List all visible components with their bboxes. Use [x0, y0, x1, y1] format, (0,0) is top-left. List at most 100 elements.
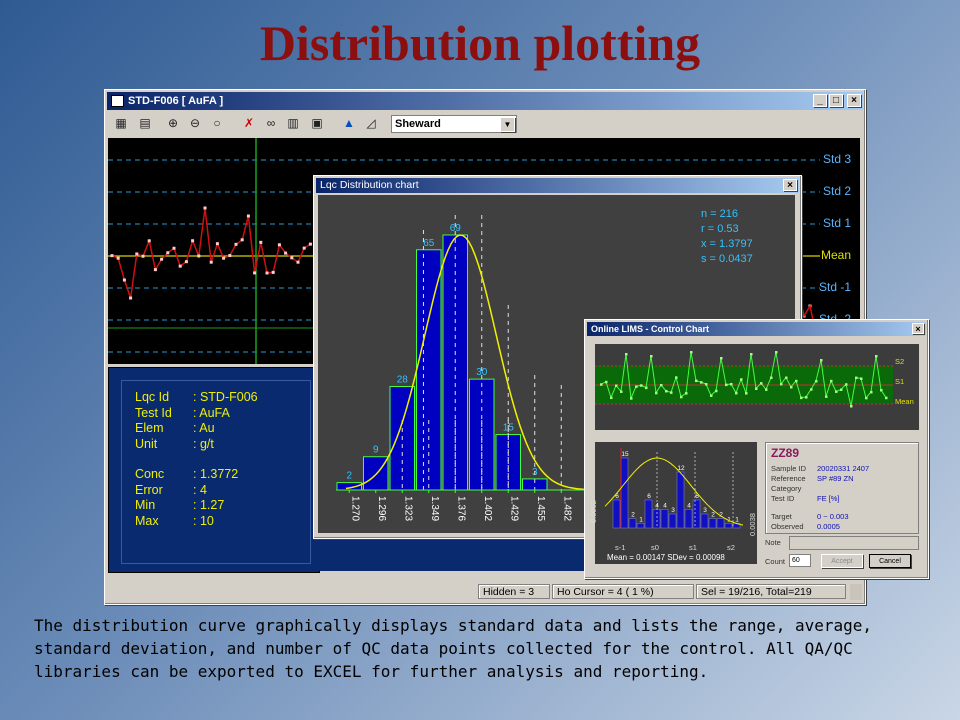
main-window-titlebar[interactable]: STD-F006 [ AuFA ] _ □ × [107, 92, 863, 110]
lims-data-point [770, 376, 773, 380]
delete-icon[interactable]: ✗ [239, 113, 259, 133]
lims-data-point [660, 383, 663, 387]
hist-mark-s1: s1 [689, 543, 697, 552]
count-label: Count [765, 557, 786, 566]
data-point [160, 257, 164, 261]
info-label: Max [135, 513, 159, 528]
info-row: Lqc Id: STD-F006 [135, 390, 258, 404]
close-button[interactable]: × [912, 323, 924, 334]
info-row: Elem: Au [135, 421, 215, 435]
page-icon[interactable]: ▤ [135, 113, 155, 133]
slide-caption: The distribution curve graphically displ… [34, 616, 873, 681]
accept-button[interactable]: Accept [821, 554, 863, 568]
info-value: g/t [199, 436, 214, 451]
close-button[interactable]: × [783, 179, 797, 191]
lims-data-point [800, 396, 803, 400]
slide-title: Distribution plotting [259, 15, 701, 71]
x-tick-label: 1.270 [349, 496, 360, 521]
info-row: Conc: 1.3772 [135, 467, 239, 481]
vertical-scrollbar[interactable] [850, 584, 862, 600]
data-point [308, 242, 312, 246]
lims-data-point [705, 383, 708, 386]
bar-value-label: 65 [423, 238, 435, 249]
lims-hist-bar [652, 509, 661, 529]
rule-select[interactable]: Sheward ▼ [391, 115, 517, 133]
lims-window: Online LIMS - Control Chart × S2 S1 Mean… [584, 319, 929, 579]
notes-icon[interactable]: ▣ [307, 113, 327, 133]
data-point [203, 206, 207, 210]
status-hidden: Hidden = 3 [478, 584, 550, 599]
count-input[interactable]: 60 [789, 554, 811, 567]
lims-data-point [760, 382, 763, 385]
lims-bar-label: 4 [687, 502, 691, 509]
hist-y-right: 0.0038 [748, 513, 757, 536]
lims-data-point [680, 395, 683, 399]
lims-bar-label: 3 [671, 507, 675, 514]
x-tick-label: 1.349 [429, 496, 440, 521]
info-row: Test Id: AuFA [135, 405, 230, 420]
info-label: Unit [135, 436, 158, 451]
data-point [246, 214, 250, 218]
lims-data-point [785, 376, 788, 380]
lims-data-point [720, 357, 723, 360]
data-point [271, 270, 275, 274]
info-label: Lqc Id [135, 390, 170, 404]
histogram-bar [363, 456, 389, 491]
data-point [129, 296, 133, 300]
distribution-title: Lqc Distribution chart [320, 179, 419, 191]
lims-s1-label: S1 [895, 377, 905, 386]
lims-data-point [610, 396, 613, 400]
lims-titlebar[interactable]: Online LIMS - Control Chart × [587, 322, 926, 336]
lims-data-point [885, 396, 888, 400]
note-label: Note [765, 538, 781, 547]
status-bar: Hidden = 3 Ho Cursor = 4 ( 1 %) Sel = 19… [108, 584, 848, 600]
chevron-down-icon[interactable]: ▼ [500, 117, 515, 132]
data-point [253, 271, 257, 275]
maximize-button[interactable]: □ [829, 94, 843, 107]
hist-mark-s0: s0 [651, 543, 659, 552]
data-point [141, 254, 145, 258]
data-point [222, 256, 226, 260]
info-label: Test Id [135, 405, 172, 420]
zoom-icon[interactable]: ○ [207, 113, 227, 133]
info-label: Conc [135, 467, 165, 481]
info-row: Unit: g/t [135, 436, 214, 451]
std3-label: Std 3 [823, 152, 852, 166]
lims-data-point [835, 390, 838, 393]
sample-panel: ZZ89 Sample ID 20020331 2407 Reference S… [765, 442, 919, 534]
sample-id-value: 20020331 2407 [817, 464, 870, 473]
zoom-out-icon[interactable]: ⊖ [185, 113, 205, 133]
chart-icon[interactable]: ▦ [111, 113, 131, 133]
observed-value: 0.0005 [817, 522, 840, 531]
data-point [191, 239, 195, 243]
data-point [166, 251, 170, 255]
distribution-titlebar[interactable]: Lqc Distribution chart × [316, 178, 799, 193]
lims-data-point [685, 392, 688, 395]
lims-data-point [615, 384, 618, 387]
close-button[interactable]: × [847, 94, 861, 107]
data-point [110, 254, 114, 258]
stat-r: r = 0.53 [701, 223, 739, 235]
data-point [147, 239, 151, 243]
lims-data-point [600, 383, 603, 386]
binoculars-icon[interactable]: ∞ [261, 113, 281, 133]
lims-data-point [815, 379, 818, 383]
lims-data-point [745, 392, 748, 395]
x-tick-label: 1.296 [376, 496, 387, 521]
minimize-button[interactable]: _ [813, 94, 827, 107]
export-icon[interactable]: ▥ [283, 113, 303, 133]
lims-bar-label: 6 [695, 493, 699, 500]
lims-data-point [665, 389, 668, 393]
lims-bar-label: 6 [647, 493, 651, 500]
lims-hist-bar [700, 513, 709, 529]
note-input[interactable] [789, 536, 919, 550]
target-value: 0 ~ 0.003 [817, 512, 849, 521]
curve-icon[interactable]: ◿ [361, 113, 381, 133]
cancel-button[interactable]: Cancel [869, 554, 911, 568]
hist-footer: Mean = 0.00147 SDev = 0.00098 [607, 553, 725, 562]
histogram-icon[interactable]: ▲ [339, 113, 359, 133]
lims-data-point [765, 388, 768, 391]
zoom-in-icon[interactable]: ⊕ [163, 113, 183, 133]
lims-data-point [840, 388, 843, 391]
info-value: STD-F006 [199, 390, 258, 404]
